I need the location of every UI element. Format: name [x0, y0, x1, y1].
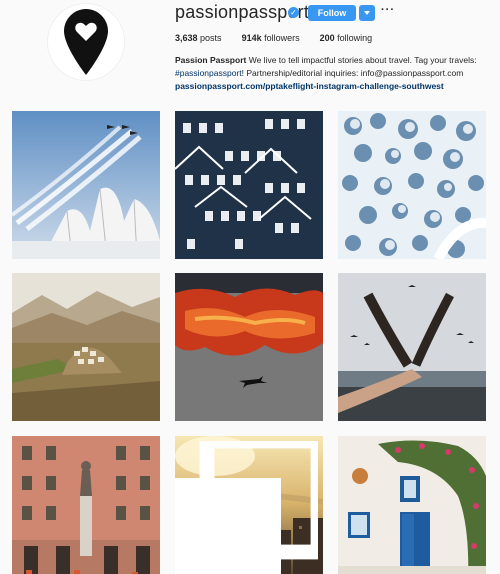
- post-city-sunset-aerial[interactable]: [175, 436, 323, 574]
- followers-label: followers: [264, 33, 300, 43]
- suggestions-dropdown-button[interactable]: [359, 5, 375, 21]
- map-pin-heart-icon: [64, 9, 108, 75]
- following-stat[interactable]: 200 following: [320, 33, 373, 43]
- post-image: [12, 111, 160, 259]
- posts-count: 3,638: [175, 33, 198, 43]
- profile-avatar[interactable]: [47, 3, 125, 81]
- verified-badge-icon: ✓: [288, 7, 299, 18]
- post-feathers-birds[interactable]: [338, 273, 486, 421]
- post-image: [338, 436, 486, 574]
- bio-name: Passion Passport: [175, 55, 247, 65]
- followers-count: 914k: [241, 33, 262, 43]
- posts-stat: 3,638 posts: [175, 33, 222, 43]
- post-fiery-sky-plane[interactable]: [175, 273, 323, 421]
- post-image: [175, 111, 323, 259]
- post-image: [12, 436, 160, 574]
- bio-text: We live to tell impactful stories about …: [246, 55, 477, 65]
- posts-label: posts: [200, 33, 222, 43]
- follow-button[interactable]: Follow: [308, 5, 356, 21]
- post-mountain-monastery[interactable]: [12, 273, 160, 421]
- profile-stats: 3,638 posts 914k followers 200 following: [175, 33, 372, 43]
- profile-bio: Passion Passport We live to tell impactf…: [175, 54, 485, 93]
- post-image: [175, 273, 323, 421]
- bio-text-2: ! Partnership/editorial inquiries: info@…: [241, 68, 464, 78]
- post-stacked-houses-hotel[interactable]: [175, 111, 323, 259]
- bio-hashtag[interactable]: #passionpassport: [175, 68, 242, 78]
- post-snowy-forest[interactable]: [338, 111, 486, 259]
- following-count: 200: [319, 33, 335, 43]
- post-image: [338, 111, 486, 259]
- post-image: [338, 273, 486, 421]
- post-image: [12, 273, 160, 421]
- more-options-button[interactable]: ···: [381, 4, 395, 16]
- bio-website-link[interactable]: passionpassport.com/pptakeflight-instagr…: [175, 80, 485, 93]
- post-blue-door-flowers[interactable]: [338, 436, 486, 574]
- followers-stat[interactable]: 914k followers: [242, 33, 300, 43]
- multiple-photos-icon: [175, 441, 318, 574]
- post-opera-house-jets[interactable]: [12, 111, 160, 259]
- chevron-down-icon: [364, 11, 370, 15]
- following-label: following: [337, 33, 373, 43]
- post-italian-square[interactable]: [12, 436, 160, 574]
